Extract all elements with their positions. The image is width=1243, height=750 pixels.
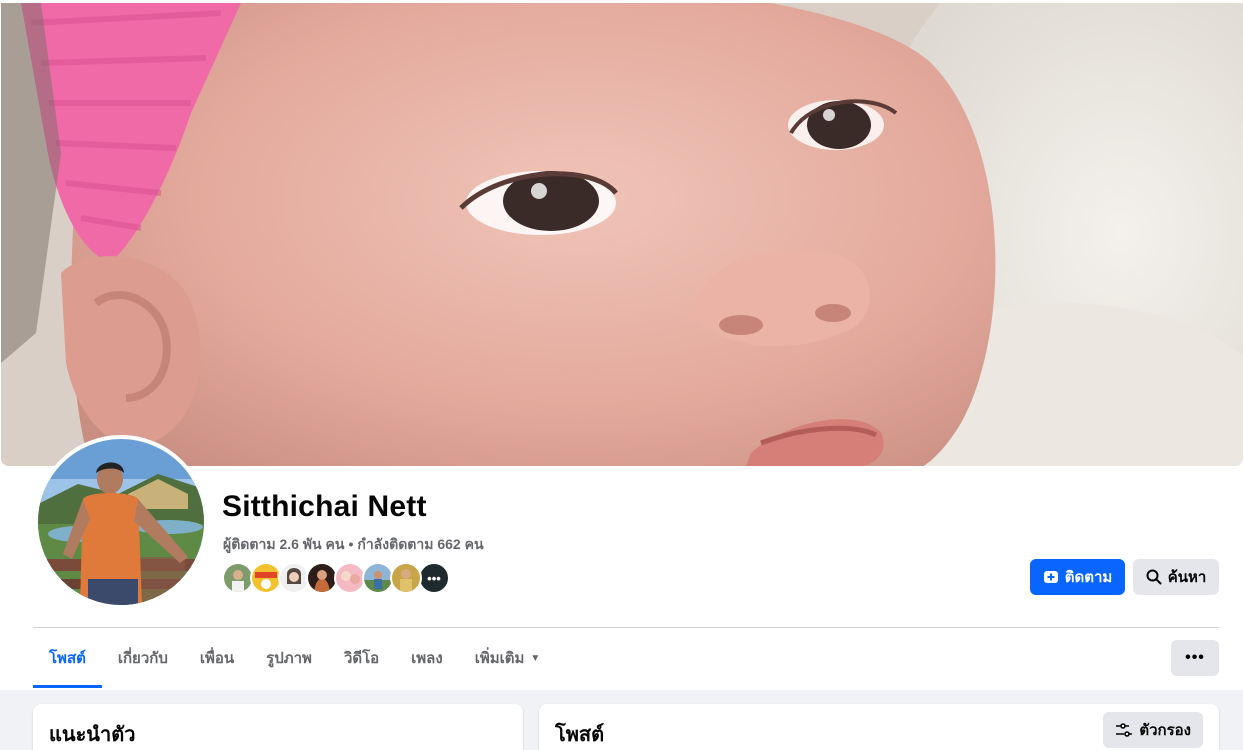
tab-label: วิดีโอ (343, 650, 380, 667)
profile-avatar[interactable] (34, 435, 208, 609)
tab-friends[interactable]: เพื่อน (184, 628, 250, 688)
tab-music[interactable]: เพลง (395, 628, 459, 688)
profile-name: Sitthichai Nett (222, 490, 427, 523)
profile-page: Sitthichai Nett ผู้ติดตาม 2.6 พัน คน • กำล… (0, 0, 1243, 750)
followers-count[interactable]: ผู้ติดตาม 2.6 พัน คน (223, 536, 344, 552)
filter-button[interactable]: ตัวกรอง (1103, 712, 1203, 748)
search-button-label: ค้นหา (1167, 569, 1207, 586)
tab-label: เพลง (411, 650, 443, 667)
more-options-button[interactable]: ••• (1171, 640, 1219, 676)
more-friends-icon[interactable]: ••• (418, 562, 450, 594)
intro-card-title: แนะนำตัว (49, 724, 136, 746)
posts-card-title: โพสต์ (555, 724, 605, 746)
filter-button-label: ตัวกรอง (1139, 722, 1191, 739)
tab-photos[interactable]: รูปภาพ (250, 628, 328, 688)
caret-down-icon: ▼ (530, 652, 541, 664)
intro-card: แนะนำตัว (33, 704, 523, 750)
tab-label: รูปภาพ (266, 650, 312, 667)
filter-sliders-icon (1115, 722, 1133, 738)
tab-label: โพสต์ (49, 650, 86, 667)
following-count[interactable]: กำลังติดตาม 662 คน (357, 536, 483, 552)
profile-tabs: โพสต์ เกี่ยวกับ เพื่อน รูปภาพ วิดีโอ เพล… (33, 628, 556, 688)
tab-about[interactable]: เกี่ยวกับ (102, 628, 184, 688)
search-button[interactable]: ค้นหา (1133, 559, 1219, 595)
tab-more[interactable]: เพิ่มเติม ▼ (459, 628, 557, 688)
tab-label: เพิ่มเติม (474, 650, 525, 667)
follow-add-icon (1043, 569, 1059, 585)
cover-photo-image (1, 3, 1243, 466)
tab-videos[interactable]: วิดีโอ (328, 628, 395, 688)
profile-header: Sitthichai Nett ผู้ติดตาม 2.6 พัน คน • กำล… (0, 0, 1243, 690)
profile-stats: ผู้ติดตาม 2.6 พัน คน • กำลังติดตาม 662 คน (223, 534, 484, 556)
more-dots-icon: ••• (1185, 649, 1205, 666)
tab-label: เกี่ยวกับ (117, 650, 168, 667)
mutual-faces-row: ••• (222, 562, 450, 596)
tab-label: เพื่อน (199, 650, 235, 667)
posts-card: โพสต์ ตัวกรอง (539, 704, 1219, 750)
search-icon (1146, 569, 1162, 585)
cover-photo[interactable] (1, 3, 1243, 466)
follow-button[interactable]: ติดตาม (1030, 559, 1125, 595)
avatar-photo (38, 439, 204, 605)
friend-avatar[interactable] (390, 562, 422, 594)
follow-button-label: ติดตาม (1064, 569, 1113, 586)
stats-separator: • (348, 536, 354, 552)
tab-posts[interactable]: โพสต์ (33, 628, 102, 688)
